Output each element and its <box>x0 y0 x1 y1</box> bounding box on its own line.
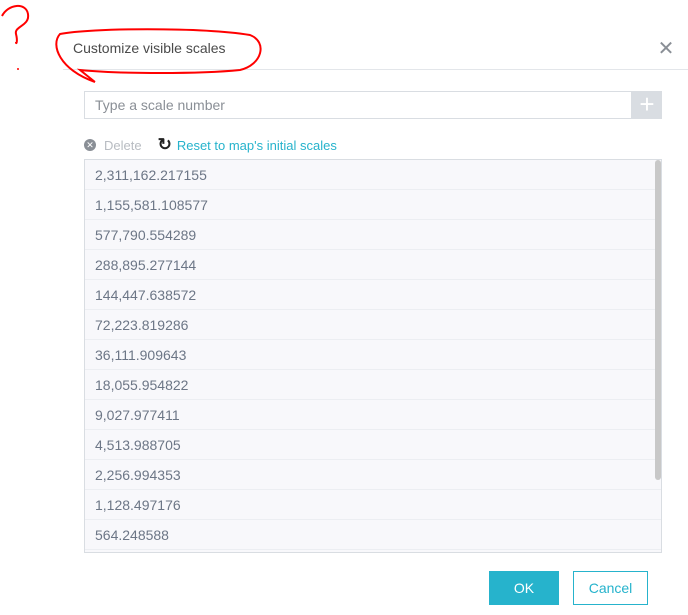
scale-list-item[interactable]: 288,895.277144 <box>85 250 661 280</box>
plus-icon: + <box>639 89 655 119</box>
scale-list[interactable]: 2,311,162.217155 1,155,581.108577 577,790.… <box>84 159 662 553</box>
refresh-icon: ↻ <box>157 135 172 154</box>
delete-button[interactable]: Delete <box>104 138 142 153</box>
list-toolbar: ✕ Delete ↻ Reset to map's initial scales <box>84 135 337 154</box>
question-mark-annotation <box>1 5 30 45</box>
scale-list-item[interactable]: 1,155,581.108577 <box>85 190 661 220</box>
scale-list-item[interactable]: 2,311,162.217155 <box>85 160 661 190</box>
scale-list-item[interactable]: 144,447.638572 <box>85 280 661 310</box>
scale-list-item[interactable]: 9,027.977411 <box>85 400 661 430</box>
question-mark-dot <box>17 68 19 70</box>
add-scale-button[interactable]: + <box>632 91 662 119</box>
scale-list-item[interactable]: 564.248588 <box>85 520 661 550</box>
scale-number-input[interactable] <box>84 91 632 119</box>
scrollbar-thumb[interactable] <box>655 160 661 480</box>
scale-list-item[interactable]: 4,513.988705 <box>85 430 661 460</box>
cancel-button[interactable]: Cancel <box>573 571 648 605</box>
scale-list-item[interactable]: 2,256.994353 <box>85 460 661 490</box>
dialog-title: Customize visible scales <box>73 40 226 56</box>
delete-icon: ✕ <box>84 139 96 151</box>
scale-list-item[interactable]: 18,055.954822 <box>85 370 661 400</box>
scale-list-item[interactable]: 36,111.909643 <box>85 340 661 370</box>
close-icon[interactable]: ✕ <box>656 38 676 60</box>
scale-list-item[interactable]: 72,223.819286 <box>85 310 661 340</box>
reset-scales-link[interactable]: Reset to map's initial scales <box>177 138 337 153</box>
ok-button[interactable]: OK <box>489 571 559 605</box>
scale-list-item[interactable]: 1,128.497176 <box>85 490 661 520</box>
scale-list-item[interactable]: 577,790.554289 <box>85 220 661 250</box>
header-divider <box>63 69 688 70</box>
